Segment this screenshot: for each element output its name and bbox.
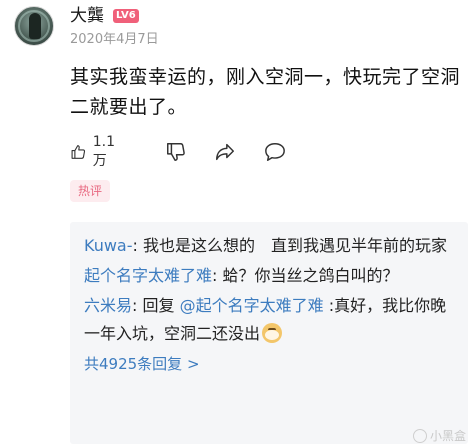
reply-prefix: 回复 [137, 296, 180, 315]
reply-author[interactable]: Kuwa- [84, 236, 133, 255]
thumbs-up-icon [71, 145, 86, 159]
reply-mention[interactable]: @起个名字太难了难 [180, 296, 324, 315]
reply-text: 我也是这么想的 直到我遇见半年前的玩家 [137, 236, 447, 255]
reply-item[interactable]: 六米易: 回复 @起个名字太难了难 :真好，我比你晚一年入坑，空洞二还没出 [84, 292, 458, 348]
more-replies-link[interactable]: 共4925条回复 > [84, 352, 458, 376]
post-text: 其实我蛮幸运的，刚入空洞一，快玩完了空洞二就要出了。 [70, 66, 461, 118]
watermark-logo-icon [412, 428, 427, 443]
level-badge: LV6 [113, 9, 139, 23]
comment-icon [265, 143, 285, 161]
hot-comment-tag: 热评 [70, 180, 111, 202]
share-button[interactable] [214, 140, 236, 164]
thumbs-down-icon [167, 143, 185, 161]
watermark-text: 小黑盒 [429, 429, 466, 443]
user-avatar[interactable] [14, 6, 54, 46]
reply-item[interactable]: Kuwa-: 我也是这么想的 直到我遇见半年前的玩家 [84, 232, 458, 260]
like-count: 1.1万 [92, 134, 115, 169]
share-icon [216, 143, 234, 161]
reply-author[interactable]: 起个名字太难了难 [84, 266, 212, 285]
doge-emoji-icon [262, 323, 283, 343]
post-date: 2020年4月7日 [70, 32, 159, 47]
dislike-button[interactable] [165, 140, 187, 164]
reply-preview[interactable]: Kuwa-: 我也是这么想的 直到我遇见半年前的玩家 起个名字太难了难: 蛤？你… [70, 222, 468, 444]
reply-text: 蛤？你当丝之鸽白叫的？ [217, 266, 399, 285]
reply-item[interactable]: 起个名字太难了难: 蛤？你当丝之鸽白叫的？ [84, 262, 458, 290]
reply-author[interactable]: 六米易 [84, 296, 132, 315]
watermark: 小黑盒 [412, 427, 466, 444]
user-name[interactable]: 大龔 [70, 5, 104, 27]
avatar-figure [29, 13, 41, 39]
comment-button[interactable] [263, 140, 287, 164]
like-button[interactable]: 1.1万 [70, 134, 120, 169]
